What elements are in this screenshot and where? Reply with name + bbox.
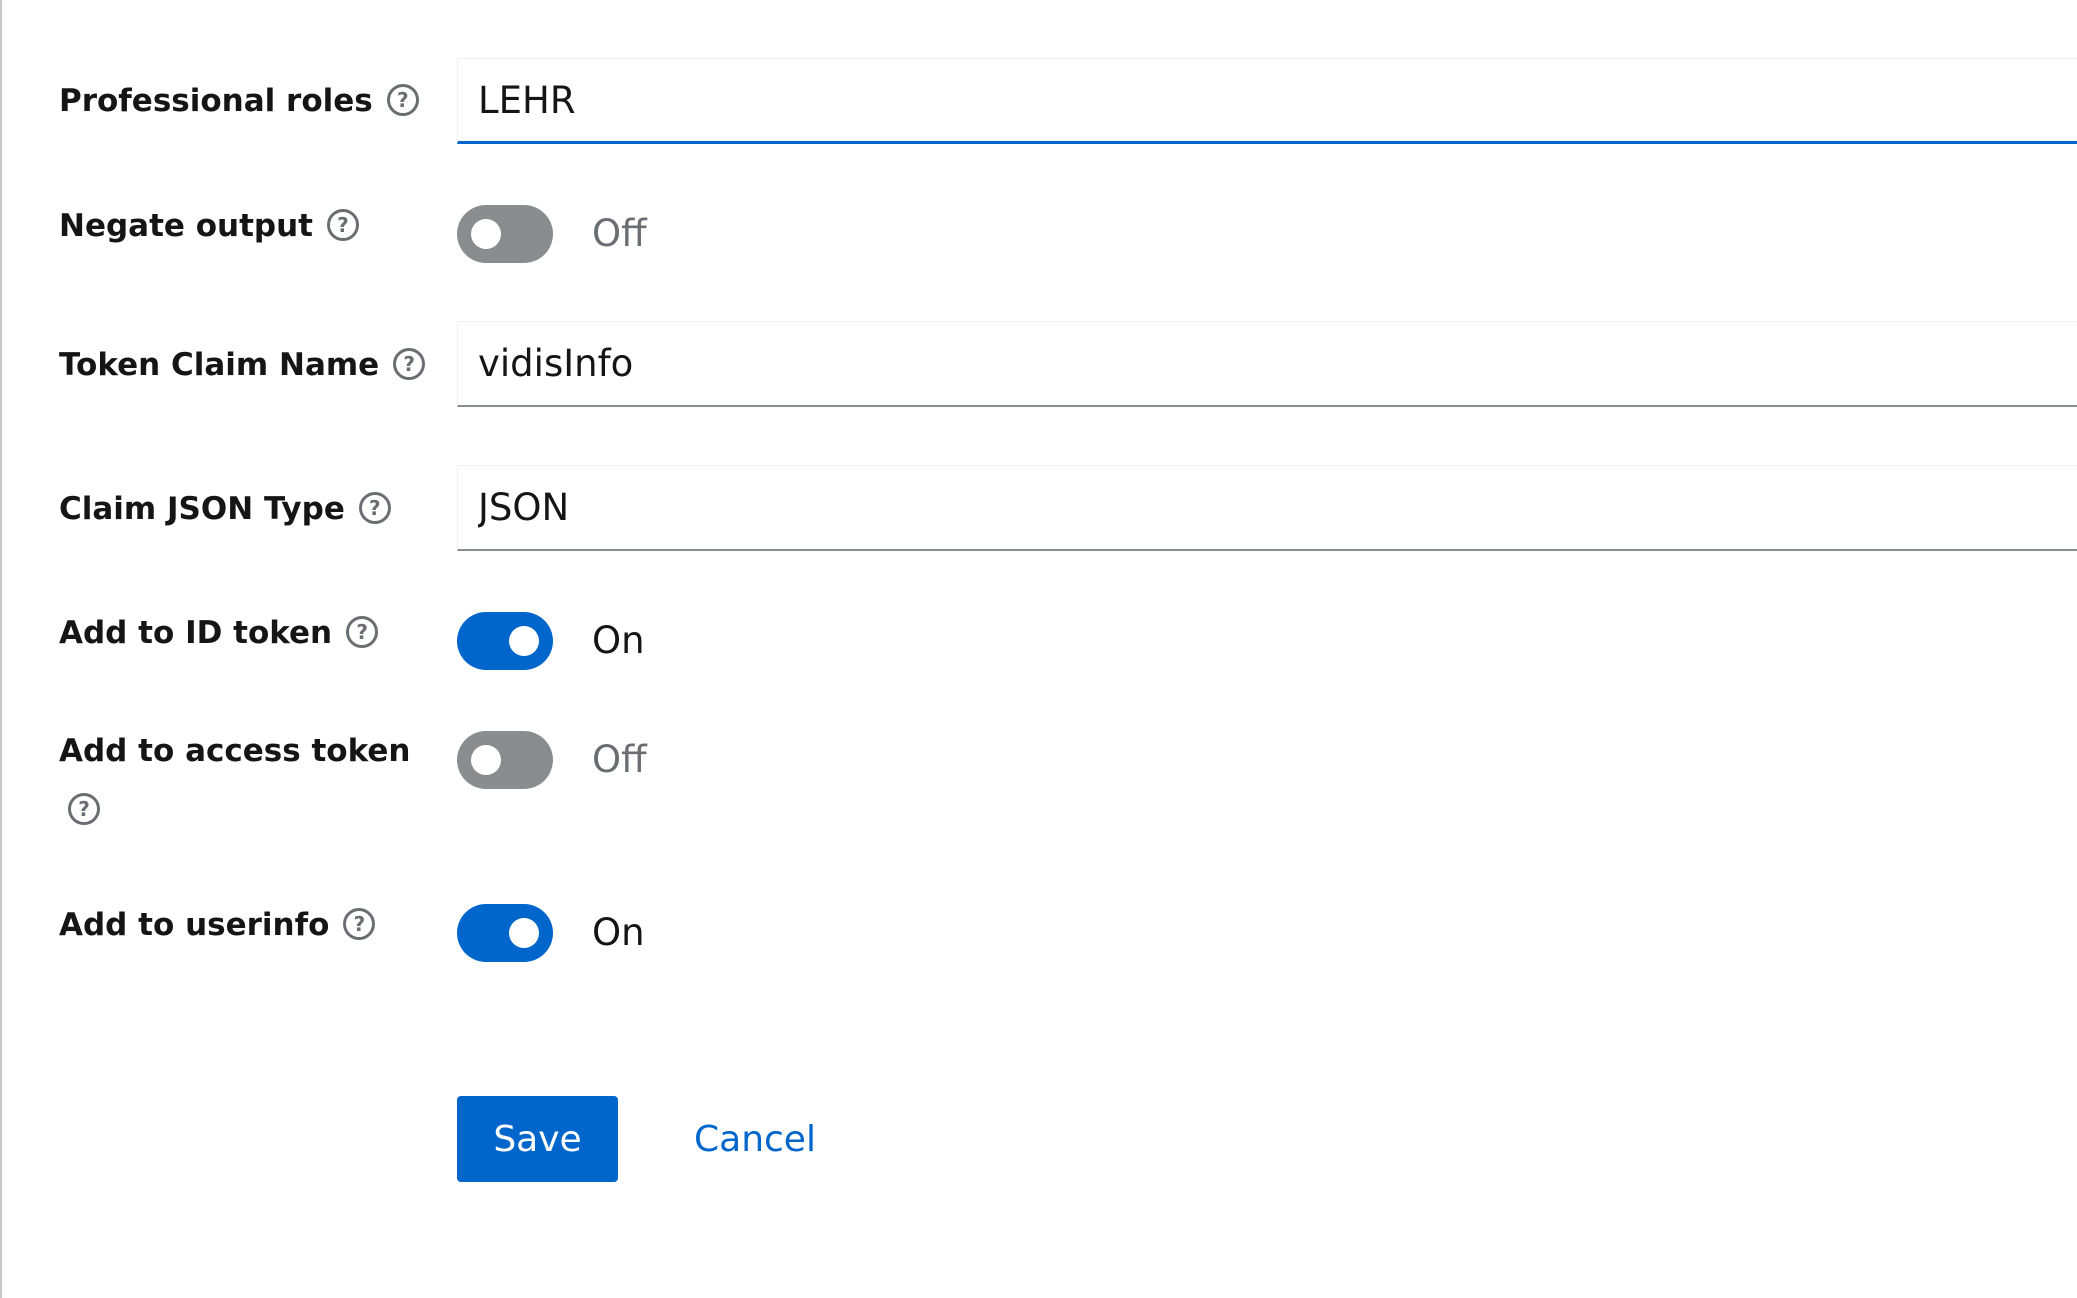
negate-output-switch[interactable] <box>457 205 553 263</box>
switch-knob <box>509 918 539 948</box>
help-icon[interactable]: ? <box>68 793 100 825</box>
switch-knob <box>471 745 501 775</box>
help-icon[interactable]: ? <box>346 615 379 648</box>
add-to-userinfo-switch[interactable] <box>457 904 553 962</box>
help-icon[interactable]: ? <box>343 907 376 940</box>
claim-json-type-select[interactable] <box>457 465 2077 551</box>
add-to-access-token-label: Add to access token <box>59 733 411 769</box>
switch-knob <box>471 219 501 249</box>
add-to-access-token-state: Off <box>592 738 647 781</box>
help-icon[interactable]: ? <box>386 83 419 116</box>
token-claim-name-input[interactable] <box>457 321 2077 407</box>
negate-output-state: Off <box>592 212 647 255</box>
left-border <box>0 0 2 1298</box>
professional-roles-input[interactable] <box>457 58 2077 144</box>
cancel-button[interactable]: Cancel <box>670 1096 840 1182</box>
save-button[interactable]: Save <box>457 1096 618 1182</box>
add-to-access-token-switch[interactable] <box>457 731 553 789</box>
switch-knob <box>509 626 539 656</box>
help-icon[interactable]: ? <box>358 491 391 524</box>
add-to-id-token-switch[interactable] <box>457 612 553 670</box>
help-icon[interactable]: ? <box>393 347 426 380</box>
negate-output-label: Negate output? <box>59 206 359 246</box>
add-to-userinfo-label: Add to userinfo? <box>59 905 376 945</box>
mapper-settings-form: Professional roles? Negate output? Off T… <box>0 0 2077 1298</box>
add-to-id-token-state: On <box>592 619 645 662</box>
professional-roles-label: Professional roles? <box>59 81 419 121</box>
add-to-userinfo-state: On <box>592 911 645 954</box>
token-claim-name-label: Token Claim Name? <box>59 345 426 385</box>
claim-json-type-label: Claim JSON Type? <box>59 489 391 529</box>
help-icon[interactable]: ? <box>326 208 359 241</box>
add-to-id-token-label: Add to ID token? <box>59 613 379 653</box>
